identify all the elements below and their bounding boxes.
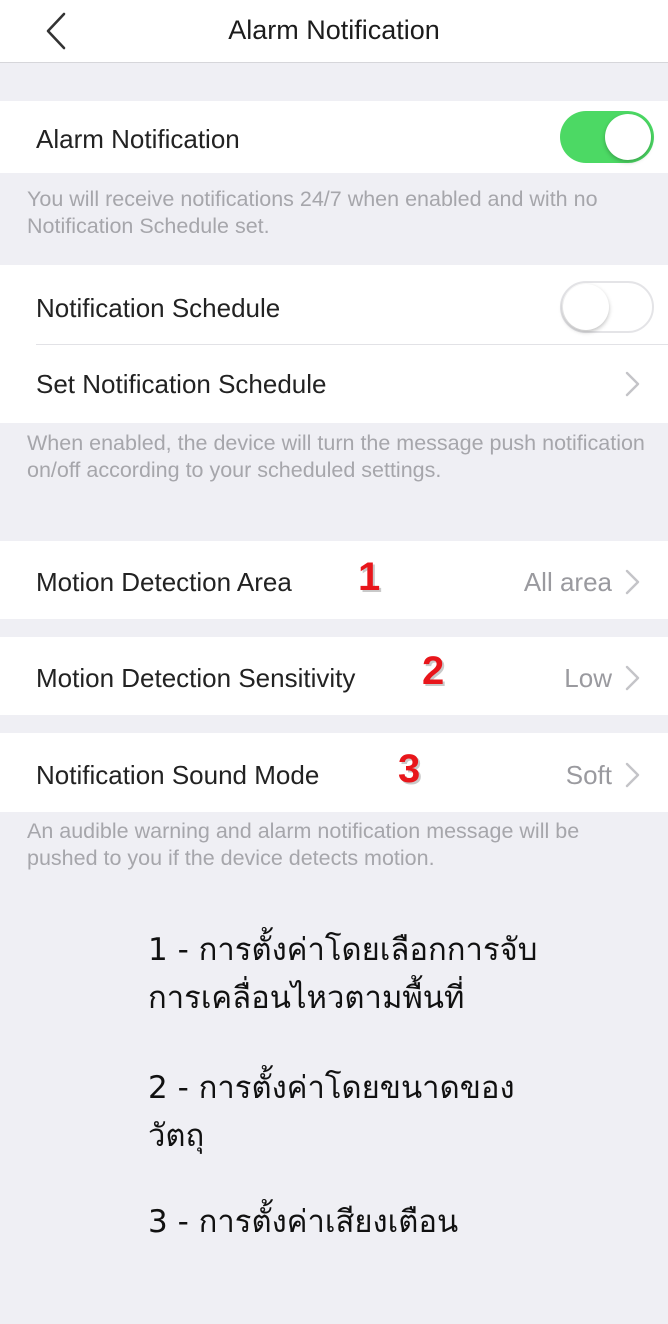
chevron-right-icon: [625, 762, 640, 788]
set-notification-schedule-label: Set Notification Schedule: [36, 369, 327, 399]
notification-sound-mode-row[interactable]: Notification Sound Mode 3 Soft: [0, 733, 668, 812]
annotation-marker-1: 1: [358, 555, 381, 599]
toggle-knob: [563, 284, 609, 330]
annotation-marker-3: 3: [398, 747, 421, 791]
schedule-note: When enabled, the device will turn the m…: [27, 431, 645, 482]
annotation-text-3: 3 - การตั้งค่าเสียงเตือน: [148, 1198, 578, 1246]
annotation-text-1: 1 - การตั้งค่าโดยเลือกการจับ การเคลื่อนไ…: [148, 926, 578, 1022]
motion-detection-sensitivity-label: Motion Detection Sensitivity: [36, 663, 356, 693]
annotation-marker-2: 2: [422, 649, 445, 693]
chevron-right-icon: [625, 569, 640, 595]
annotation-text-2: 2 - การตั้งค่าโดยขนาดของ วัตถุ: [148, 1064, 578, 1160]
annotation-line: 1 - การตั้งค่าโดยเลือกการจับ: [148, 932, 538, 968]
notification-sound-mode-value: Soft: [565, 760, 612, 790]
notification-schedule-label: Notification Schedule: [36, 293, 281, 323]
motion-detection-area-value: All area: [523, 567, 612, 597]
sound-mode-note: An audible warning and alarm notificatio…: [27, 819, 580, 870]
annotation-line: การเคลื่อนไหวตามพื้นที่: [148, 980, 465, 1016]
motion-detection-area-label: Motion Detection Area: [36, 567, 292, 597]
navigation-bar: Alarm Notification: [0, 0, 668, 63]
annotation-line: วัตถุ: [148, 1118, 205, 1154]
chevron-right-icon: [625, 665, 640, 691]
alarm-notification-note: You will receive notifications 24/7 when…: [27, 187, 598, 238]
alarm-notification-label: Alarm Notification: [36, 124, 240, 154]
page-title: Alarm Notification: [228, 15, 440, 45]
toggle-knob: [605, 114, 651, 160]
motion-detection-sensitivity-row[interactable]: Motion Detection Sensitivity 2 Low: [0, 637, 668, 715]
notification-schedule-toggle[interactable]: [560, 281, 654, 333]
alarm-notification-toggle[interactable]: [560, 111, 654, 163]
notification-sound-mode-label: Notification Sound Mode: [36, 760, 320, 790]
set-notification-schedule-row[interactable]: Set Notification Schedule: [0, 345, 668, 423]
motion-detection-sensitivity-value: Low: [564, 663, 612, 693]
alarm-notification-row[interactable]: Alarm Notification: [0, 101, 668, 173]
motion-detection-area-row[interactable]: Motion Detection Area 1 All area: [0, 541, 668, 619]
annotation-line: 3 - การตั้งค่าเสียงเตือน: [148, 1204, 459, 1240]
annotation-line: 2 - การตั้งค่าโดยขนาดของ: [148, 1070, 515, 1106]
chevron-right-icon: [625, 371, 640, 397]
